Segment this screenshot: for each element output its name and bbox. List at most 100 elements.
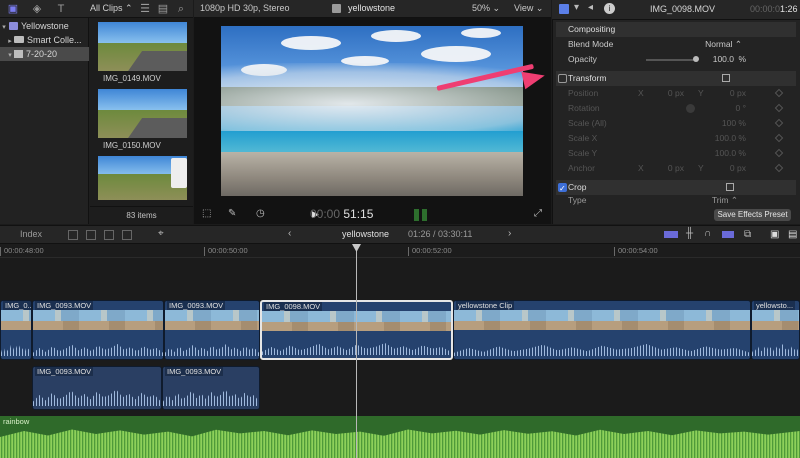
keyframe-icon[interactable] — [774, 103, 784, 113]
zoom-dropdown[interactable]: 50% ⌄ — [472, 3, 500, 14]
insert-clip-icon[interactable] — [86, 230, 96, 240]
crop-checkbox[interactable] — [558, 181, 567, 196]
fullscreen-icon[interactable]: ⤢ — [534, 208, 542, 219]
select-tool-icon[interactable]: ⌖ — [158, 228, 164, 239]
titles-icon[interactable]: T — [54, 2, 68, 16]
folder-icon — [14, 36, 24, 43]
library-icon — [9, 22, 18, 30]
effects-browser-icon[interactable]: ▤ — [788, 229, 797, 240]
crop-section-header[interactable]: Crop — [556, 180, 796, 196]
timeline-clip[interactable]: IMG_0... — [0, 300, 32, 360]
opacity-row: Opacity 100.0 % — [556, 52, 796, 67]
clip-thumbnail[interactable] — [98, 156, 187, 200]
transform-section-header[interactable]: Transform — [556, 71, 796, 86]
rotation-row: Rotation 0 ° — [556, 101, 796, 116]
clip-browser: IMG_0149.MOV IMG_0150.MOV — [90, 18, 193, 224]
connected-audio-clip[interactable]: IMG_0093.MOV — [32, 366, 162, 410]
timecode-display[interactable]: 00:00 51:15 — [310, 207, 373, 221]
list-view-icon[interactable]: ▤ — [156, 2, 170, 16]
overwrite-clip-icon[interactable] — [122, 230, 132, 240]
inspector-duration-dim: 00:00:0 — [750, 4, 781, 14]
clip-thumbnail[interactable] — [98, 22, 187, 71]
keyframe-icon[interactable] — [774, 118, 784, 128]
color-inspector-icon[interactable]: ▾ — [574, 2, 579, 13]
inspector-duration: 1:26 — [780, 4, 798, 14]
enhance-icon[interactable]: ✎ — [228, 208, 236, 219]
keyframe-icon[interactable] — [774, 148, 784, 158]
clips-filter-dropdown[interactable]: All Clips ⌃ — [90, 3, 133, 14]
timeline-clip[interactable]: IMG_0093.MOV — [164, 300, 260, 360]
crop-onscreen-icon[interactable] — [726, 183, 734, 191]
opacity-value[interactable]: 100.0 — [713, 52, 734, 67]
transform-onscreen-icon[interactable] — [722, 74, 730, 82]
audio-meter-icon — [414, 209, 419, 221]
save-effects-preset-button[interactable]: Save Effects Preset — [714, 209, 791, 221]
viewer-title: yellowstone — [348, 3, 396, 13]
scale-y-row: Scale Y 100.0 % — [556, 146, 796, 161]
forward-arrow-icon[interactable]: › — [508, 228, 511, 239]
timeline-clip[interactable]: IMG_0093.MOV — [32, 300, 164, 360]
back-arrow-icon[interactable]: ‹ — [288, 228, 291, 239]
timeline-clip[interactable]: yellowstone Clip — [453, 300, 751, 360]
audio-clip-label: rainbow — [3, 417, 30, 426]
blend-mode-row: Blend Mode Normal ⌃ — [556, 37, 796, 52]
transitions-browser-icon[interactable]: ▣ — [770, 229, 779, 240]
video-inspector-icon[interactable] — [559, 4, 569, 14]
connect-clip-icon[interactable] — [68, 230, 78, 240]
project-name: yellowstone — [342, 229, 390, 239]
format-label: 1080p HD 30p, Stereo — [200, 3, 290, 13]
audio-skimming-icon[interactable]: ∩ — [704, 228, 711, 239]
inspector-clip-name: IMG_0098.MOV — [650, 4, 716, 14]
keyframe-icon[interactable] — [774, 88, 784, 98]
audio-meter-icon — [422, 209, 427, 221]
timeline-ruler[interactable]: 00:00:48:00 00:00:50:00 00:00:52:00 00:0… — [0, 244, 800, 258]
clip-name: IMG_0149.MOV — [103, 74, 161, 83]
transform-tool-icon[interactable]: ⬚ — [202, 208, 211, 219]
disclosure-icon[interactable]: ▾ — [6, 49, 14, 63]
retime-icon[interactable]: ◷ — [256, 208, 265, 219]
search-icon[interactable]: ⌕ — [174, 2, 188, 16]
library-item-event[interactable]: ▾ 7-20-20 — [0, 47, 89, 61]
solo-icon[interactable] — [722, 231, 734, 238]
view-dropdown[interactable]: View ⌄ — [514, 3, 543, 14]
clip-appearance-icon[interactable] — [664, 231, 678, 238]
info-inspector-icon[interactable]: i — [604, 3, 615, 14]
crop-type-row: Type Trim ⌃ — [568, 195, 738, 205]
transform-checkbox[interactable] — [558, 74, 567, 83]
opacity-slider[interactable] — [646, 59, 696, 61]
scale-all-row: Scale (All) 100 % — [556, 116, 796, 131]
music-audio-clip[interactable]: rainbow — [0, 416, 800, 458]
audio-inspector-icon[interactable]: ◂ — [588, 2, 593, 13]
keyframe-icon[interactable] — [774, 163, 784, 173]
position-row: Position X 0 px Y 0 px — [556, 86, 796, 101]
scale-x-row: Scale X 100.0 % — [556, 131, 796, 146]
timeline-position: 01:26 / 03:30:11 — [408, 229, 473, 239]
rotation-dial-icon[interactable] — [686, 104, 695, 113]
index-button[interactable]: Index — [20, 229, 42, 239]
connected-audio-clip[interactable]: IMG_0093.MOV — [162, 366, 260, 410]
compositing-section-header[interactable]: Compositing — [556, 22, 796, 37]
video-frame — [221, 26, 523, 196]
viewer-toolbar: 1080p HD 30p, Stereo yellowstone 50% ⌄ V… — [194, 0, 551, 18]
inspector-toolbar: ▾ ◂ i IMG_0098.MOV 00:00:0 1:26 — [552, 0, 800, 20]
clip-thumbnail[interactable] — [98, 89, 187, 138]
library-item-yellowstone[interactable]: ▾ Yellowstone — [0, 19, 89, 33]
anchor-row: Anchor X 0 px Y 0 px — [556, 161, 796, 176]
clapper-icon — [332, 4, 341, 13]
opacity-slider-knob[interactable] — [693, 56, 699, 62]
timeline-toolbar: Index ⌖ ‹ yellowstone 01:26 / 03:30:11 ›… — [0, 225, 800, 244]
event-icon — [14, 50, 23, 58]
photos-icon[interactable]: ◈ — [30, 2, 44, 16]
playhead[interactable] — [356, 244, 357, 458]
library-item-smart-collections[interactable]: ▸ Smart Colle... — [0, 33, 89, 47]
keyframe-icon[interactable] — [774, 133, 784, 143]
item-count: 83 items — [90, 206, 193, 224]
timeline-clip[interactable]: yellowsto... — [751, 300, 800, 360]
append-clip-icon[interactable] — [104, 230, 114, 240]
libraries-icon[interactable]: ▣ — [6, 2, 20, 16]
snapping-icon[interactable]: ⧉ — [744, 229, 751, 240]
crop-type-select[interactable]: Trim ⌃ — [712, 195, 738, 205]
filmstrip-view-icon[interactable]: ☰ — [138, 2, 152, 16]
blend-mode-select[interactable]: Normal ⌃ — [705, 37, 742, 52]
skimming-icon[interactable]: ╫ — [686, 228, 693, 239]
